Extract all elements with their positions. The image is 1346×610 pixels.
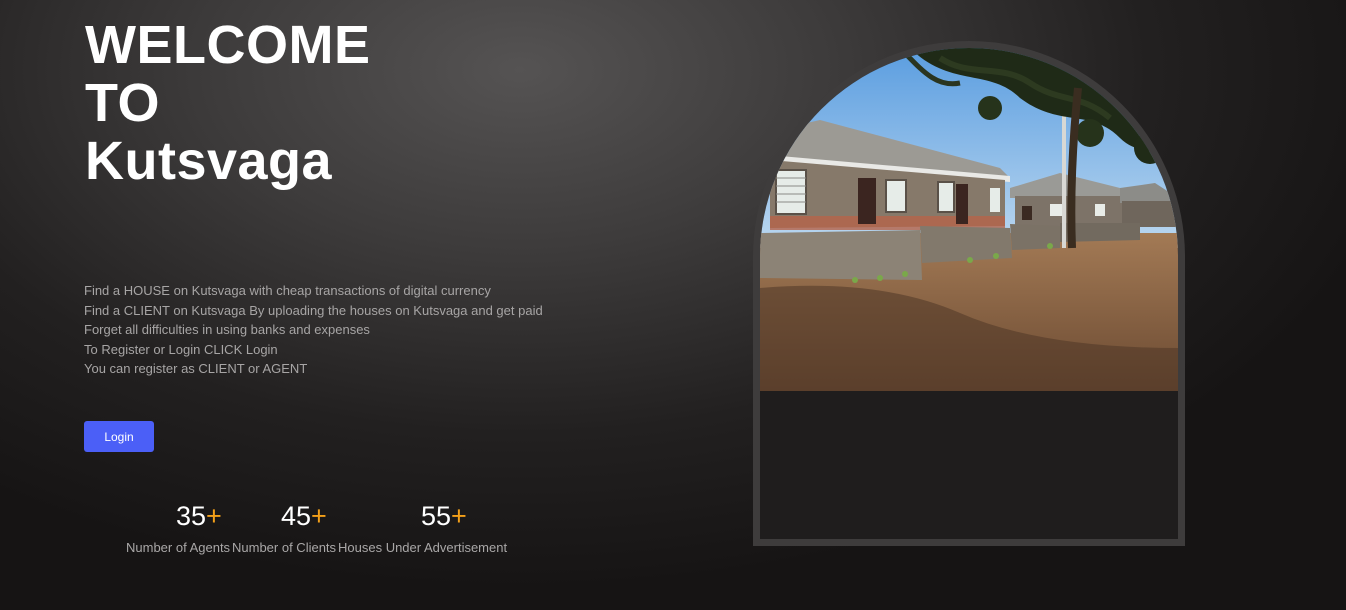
stat-houses-label: Houses Under Advertisement	[338, 540, 508, 555]
description-line-1: Find a HOUSE on Kutsvaga with cheap tran…	[84, 283, 491, 298]
description-line-3: Forget all difficulties in using banks a…	[84, 322, 370, 337]
stat-clients-value: 45+	[281, 500, 327, 532]
hero-title-line-1: WELCOME	[85, 15, 371, 75]
stat-agents-number: 35	[176, 501, 207, 531]
stat-clients-number: 45	[281, 501, 312, 531]
description-line-4: To Register or Login CLICK Login	[84, 341, 278, 357]
house-photo	[760, 48, 1178, 391]
hero-title: WELCOME TO Kutsvaga	[85, 16, 370, 190]
stat-clients-plus: +	[311, 501, 327, 531]
stat-houses-number: 55	[421, 501, 452, 531]
stat-agents-value: 35+	[176, 500, 222, 532]
stat-houses-value: 55+	[421, 500, 467, 532]
stat-agents-plus: +	[206, 501, 222, 531]
stat-houses-plus: +	[451, 501, 467, 531]
description-line-5: You can register as CLIENT or AGENT	[84, 361, 308, 376]
stat-clients-label: Number of Clients	[232, 540, 337, 555]
hero-title-line-3: Kutsvaga	[85, 131, 333, 191]
login-button[interactable]: Login	[84, 421, 154, 452]
house-photo-image	[760, 48, 1178, 391]
description: Find a HOUSE on Kutsvaga with cheap tran…	[84, 281, 543, 379]
stat-agents-label: Number of Agents	[126, 540, 231, 555]
house-photo-frame	[753, 41, 1185, 546]
description-line-2: Find a CLIENT on Kutsvaga By uploading t…	[84, 302, 543, 318]
hero-title-line-2: TO	[85, 73, 161, 133]
